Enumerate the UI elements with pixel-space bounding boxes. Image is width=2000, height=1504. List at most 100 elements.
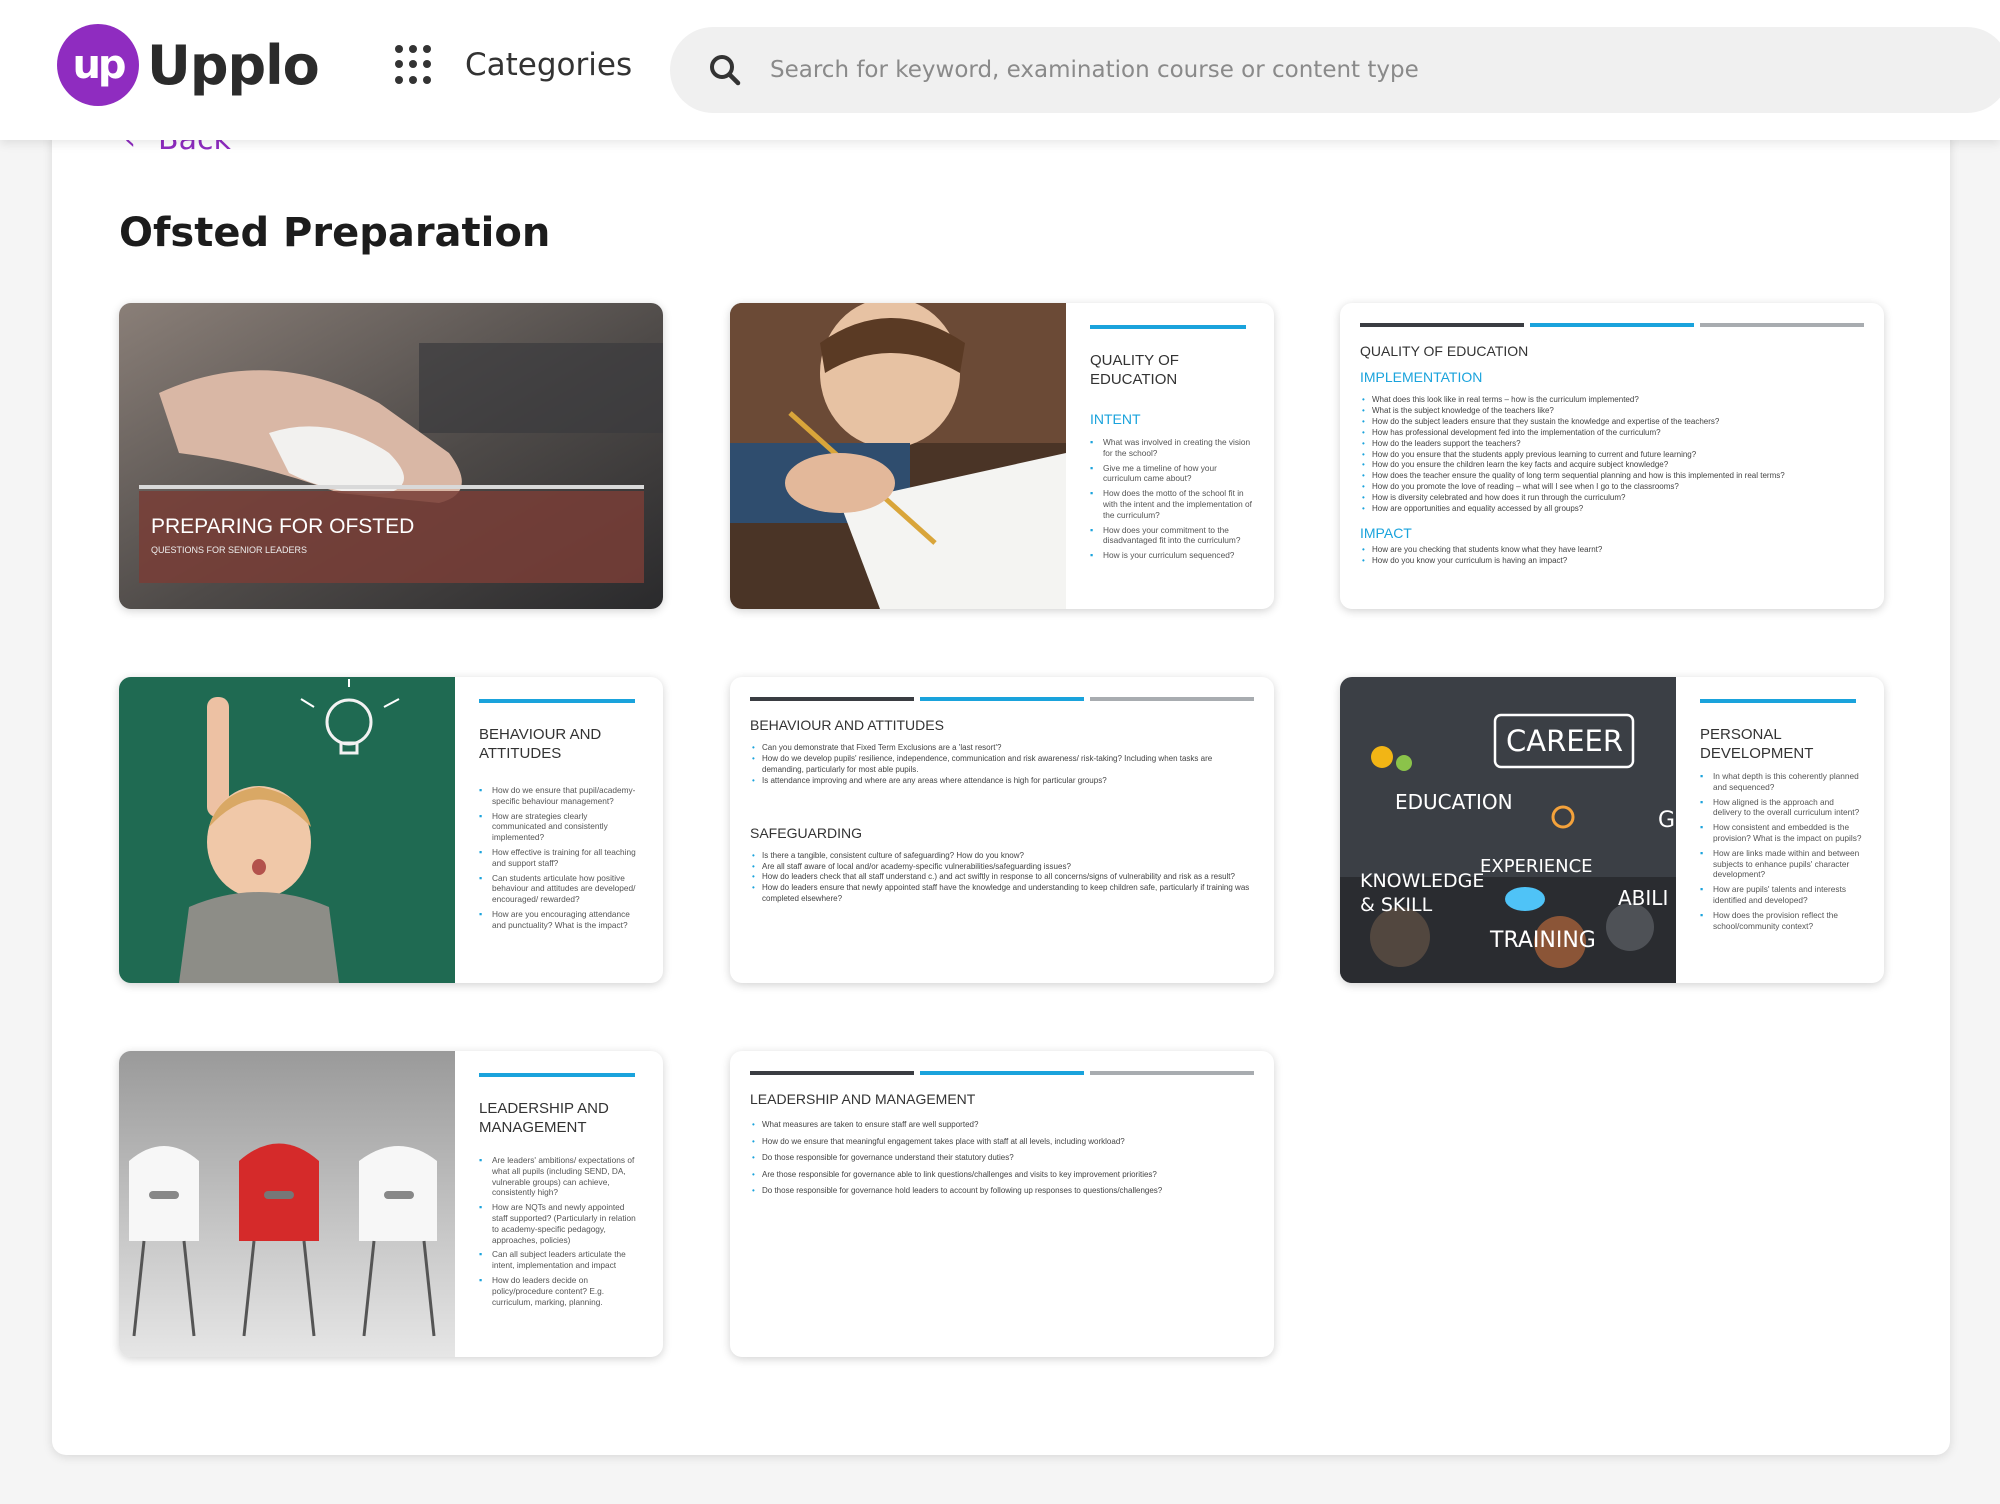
list-item: Give me a timeline of how your curriculu… xyxy=(1090,463,1252,485)
question-list: How do we ensure that pupil/academy-spec… xyxy=(479,785,641,931)
question-list: Is there a tangible, consistent culture … xyxy=(750,851,1254,906)
slide-title: BEHAVIOUR AND ATTITUDES xyxy=(479,726,602,762)
logo-mark: up xyxy=(57,24,139,106)
slide-text-panel: QUALITY OF EDUCATION INTENT What was inv… xyxy=(1066,303,1274,609)
slide-text-panel: PERSONAL DEVELOPMENT In what depth is th… xyxy=(1676,677,1884,983)
accent-rule xyxy=(479,1073,635,1077)
word-experience: EXPERIENCE xyxy=(1480,856,1593,877)
slide-thumbnail[interactable]: BEHAVIOUR AND ATTITUDES Can you demonstr… xyxy=(730,677,1274,983)
search-icon[interactable] xyxy=(708,53,742,87)
slide-subtitle: INTENT xyxy=(1090,411,1141,427)
list-item: How do leaders ensure that newly appoint… xyxy=(750,883,1254,905)
list-item: How do you know your curriculum is havin… xyxy=(1360,556,1864,567)
content-panel: ‹ Back Ofsted Preparation xyxy=(52,120,1950,1455)
list-item: How are NQTs and newly appointed staff s… xyxy=(479,1202,641,1245)
search-input[interactable] xyxy=(770,57,1870,83)
list-item: How are you checking that students know … xyxy=(1360,545,1864,556)
word-skill: & SKILL xyxy=(1360,894,1433,916)
list-item: How consistent and embedded is the provi… xyxy=(1700,822,1862,844)
accent-bars xyxy=(750,1071,1254,1075)
slide-text-panel: BEHAVIOUR AND ATTITUDES How do we ensure… xyxy=(455,677,663,983)
list-item: How do the leaders support the teachers? xyxy=(1360,439,1864,450)
list-item: Is there a tangible, consistent culture … xyxy=(750,851,1254,862)
list-item: How are links made within and between su… xyxy=(1700,848,1862,880)
logo-text: Upplo xyxy=(147,33,320,97)
list-item: How does your commitment to the disadvan… xyxy=(1090,525,1252,547)
question-list: Are leaders' ambitions/ expectations of … xyxy=(479,1155,641,1307)
search-bar[interactable] xyxy=(670,27,2000,113)
logo[interactable]: up Upplo xyxy=(57,24,320,106)
list-item: What measures are taken to ensure staff … xyxy=(750,1117,1254,1134)
slide-thumbnail[interactable]: PREPARING FOR OFSTED QUESTIONS FOR SENIO… xyxy=(119,303,663,609)
list-item: How does the teacher ensure the quality … xyxy=(1360,471,1864,482)
list-item: How do you ensure that the students appl… xyxy=(1360,450,1864,461)
list-item: Do those responsible for governance hold… xyxy=(750,1183,1254,1200)
list-item: How does the provision reflect the schoo… xyxy=(1700,910,1862,932)
slide-title: QUALITY OF EDUCATION xyxy=(1090,352,1179,388)
list-item: How do the subject leaders ensure that t… xyxy=(1360,417,1864,428)
slide-thumbnail[interactable]: LEADERSHIP AND MANAGEMENT Are leaders' a… xyxy=(119,1051,663,1357)
word-g: G xyxy=(1658,808,1675,833)
list-item: Are those responsible for governance abl… xyxy=(750,1167,1254,1184)
word-career: CAREER xyxy=(1506,724,1623,758)
section-heading: SAFEGUARDING xyxy=(750,824,863,841)
section-heading: IMPLEMENTATION xyxy=(1360,369,1483,385)
accent-bars xyxy=(1360,323,1864,327)
list-item: How is diversity celebrated and how does… xyxy=(1360,493,1864,504)
list-item: How do you ensure the children learn the… xyxy=(1360,460,1864,471)
list-item: How do you promote the love of reading –… xyxy=(1360,482,1864,493)
slide-subtitle: QUESTIONS FOR SENIOR LEADERS xyxy=(151,545,308,555)
list-item: What does this look like in real terms –… xyxy=(1360,395,1864,406)
slide-image-boy-writing xyxy=(730,303,1066,609)
question-list: Can you demonstrate that Fixed Term Excl… xyxy=(750,743,1254,787)
slide-thumbnail[interactable]: QUALITY OF EDUCATION INTENT What was inv… xyxy=(730,303,1274,609)
question-list: In what depth is this coherently planned… xyxy=(1700,771,1862,931)
list-item: How effective is training for all teachi… xyxy=(479,847,641,869)
accent-rule xyxy=(479,699,635,703)
list-item: Are all staff aware of local and/or acad… xyxy=(750,862,1254,873)
list-item: What was involved in creating the vision… xyxy=(1090,437,1252,459)
title-band-rule xyxy=(139,485,644,489)
slide-title: LEADERSHIP AND MANAGEMENT xyxy=(479,1100,609,1136)
accent-bars xyxy=(750,697,1254,701)
slide-thumbnail[interactable]: BEHAVIOUR AND ATTITUDES How do we ensure… xyxy=(119,677,663,983)
list-item: How are opportunities and equality acces… xyxy=(1360,504,1864,515)
list-item: How does the motto of the school fit in … xyxy=(1090,488,1252,520)
list-item: How are strategies clearly communicated … xyxy=(479,811,641,843)
slide-image-red-chair xyxy=(119,1051,455,1357)
title-band: PREPARING FOR OFSTED QUESTIONS FOR SENIO… xyxy=(139,491,644,583)
word-training: TRAINING xyxy=(1489,928,1596,953)
accent-rule xyxy=(1700,699,1856,703)
slide-thumbnail[interactable]: CAREER EDUCATION EXPERIENCE KNOWLEDGE & … xyxy=(1340,677,1884,983)
list-item: Can students articulate how positive beh… xyxy=(479,873,641,905)
categories-label: Categories xyxy=(465,47,633,83)
slide-image-career-doodle: CAREER EDUCATION EXPERIENCE KNOWLEDGE & … xyxy=(1340,677,1676,983)
list-item: Are leaders' ambitions/ expectations of … xyxy=(479,1155,641,1198)
slide-thumbnail[interactable]: LEADERSHIP AND MANAGEMENT What measures … xyxy=(730,1051,1274,1357)
accent-rule xyxy=(1090,325,1246,329)
question-list: What was involved in creating the vision… xyxy=(1090,437,1252,561)
section-heading: IMPACT xyxy=(1360,524,1412,541)
slide-image-child-idea xyxy=(119,677,455,983)
list-item: How aligned is the approach and delivery… xyxy=(1700,797,1862,819)
slide-thumbnail[interactable]: QUALITY OF EDUCATION IMPLEMENTATION What… xyxy=(1340,303,1884,609)
question-list: What does this look like in real terms –… xyxy=(1360,395,1864,515)
list-item: Do those responsible for governance unde… xyxy=(750,1150,1254,1167)
list-item: In what depth is this coherently planned… xyxy=(1700,771,1862,793)
list-item: Is attendance improving and where are an… xyxy=(750,776,1254,787)
page-title: Ofsted Preparation xyxy=(119,210,551,256)
top-header: up Upplo Categories xyxy=(0,0,2000,140)
list-item: How do we develop pupils' resilience, in… xyxy=(750,754,1254,776)
word-knowledge: KNOWLEDGE xyxy=(1360,870,1484,892)
slide-title: LEADERSHIP AND MANAGEMENT xyxy=(750,1091,976,1107)
word-education: EDUCATION xyxy=(1395,790,1513,814)
list-item: How do we ensure that pupil/academy-spec… xyxy=(479,785,641,807)
categories-button[interactable]: Categories xyxy=(395,45,632,85)
section-heading: BEHAVIOUR AND ATTITUDES xyxy=(750,717,944,733)
question-list: What measures are taken to ensure staff … xyxy=(750,1117,1254,1200)
list-item: How are pupils' talents and interests id… xyxy=(1700,884,1862,906)
list-item: Can all subject leaders articulate the i… xyxy=(479,1249,641,1271)
list-item: How do leaders decide on policy/procedur… xyxy=(479,1275,641,1307)
list-item: How has professional development fed int… xyxy=(1360,428,1864,439)
slide-text-panel: LEADERSHIP AND MANAGEMENT Are leaders' a… xyxy=(455,1051,663,1357)
